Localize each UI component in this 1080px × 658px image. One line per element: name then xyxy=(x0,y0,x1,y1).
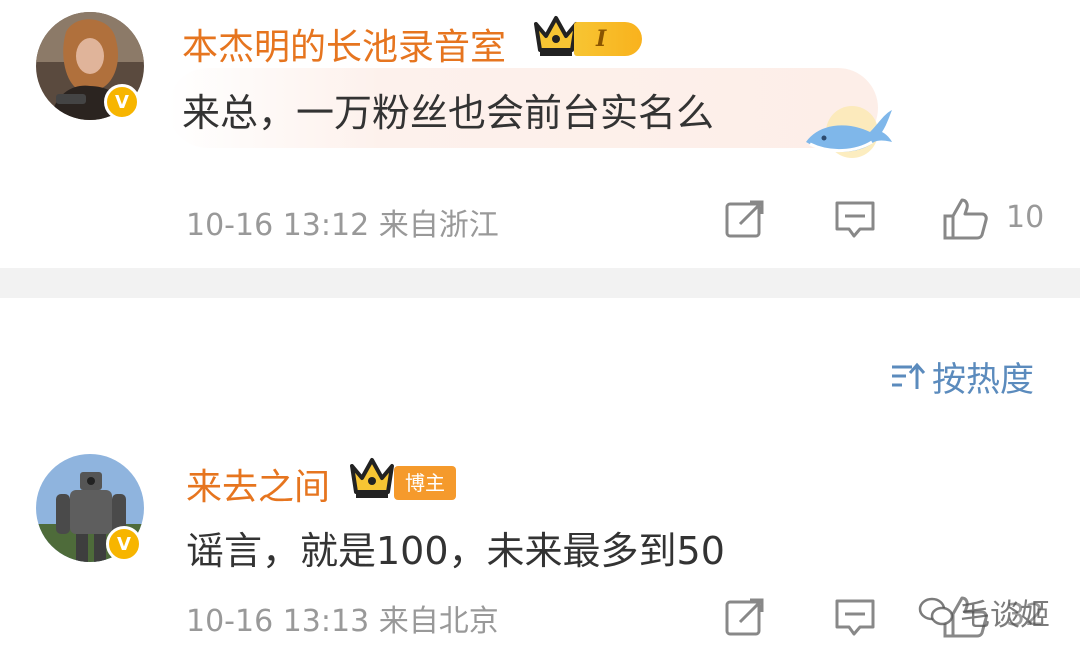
verified-badge-icon: V xyxy=(106,526,142,562)
comment-icon[interactable] xyxy=(834,198,876,240)
comment-card: V 本杰明的长池录音室 I 来总，一万粉丝也会前台实名么 10-16 13:12… xyxy=(0,0,1080,268)
username[interactable]: 来去之间 xyxy=(186,458,330,510)
wechat-icon xyxy=(918,597,954,626)
crown-icon xyxy=(534,16,578,56)
share-icon[interactable] xyxy=(724,198,766,240)
watermark: 毛谈姬 xyxy=(918,590,1050,634)
like-count: 10 xyxy=(1006,200,1045,235)
comment-icon[interactable] xyxy=(834,596,876,638)
comment-text: 来总，一万粉丝也会前台实名么 xyxy=(182,91,715,135)
whale-bubble-icon xyxy=(806,106,892,158)
verified-badge-icon: V xyxy=(104,84,140,120)
sort-toggle[interactable]: 按热度 xyxy=(890,352,1034,401)
level-badge: I xyxy=(574,22,642,56)
share-icon[interactable] xyxy=(724,596,766,638)
comment-meta: 10-16 13:12 来自浙江 xyxy=(186,208,499,243)
crown-icon xyxy=(350,458,394,498)
sort-icon xyxy=(892,362,926,389)
blogger-badge: 博主 xyxy=(394,466,456,500)
comment-text: 谣言，就是100，未来最多到50 xyxy=(186,529,725,573)
watermark-text: 毛谈姬 xyxy=(960,598,1050,633)
section-divider xyxy=(0,268,1080,298)
username[interactable]: 本杰明的长池录音室 xyxy=(182,18,506,70)
comment-meta: 10-16 13:13 来自北京 xyxy=(186,604,499,639)
sort-label: 按热度 xyxy=(932,360,1034,400)
thumbs-up-icon[interactable] xyxy=(942,196,990,242)
